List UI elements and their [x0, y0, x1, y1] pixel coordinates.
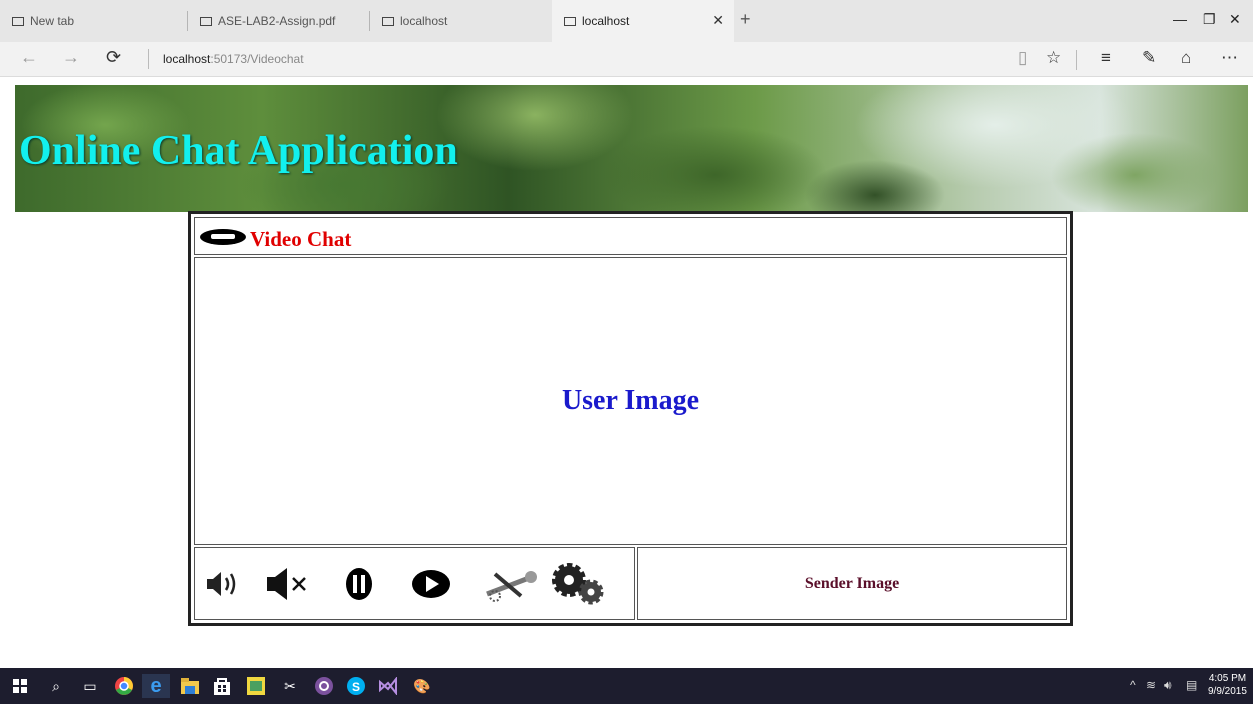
start-windows-icon[interactable] — [8, 674, 32, 698]
close-window-icon[interactable]: ✕ — [1229, 11, 1241, 28]
clock-time: 4:05 PM — [1208, 673, 1247, 684]
tab-localhost[interactable]: localhost — [370, 0, 552, 42]
close-tab-icon[interactable]: ✕ — [712, 12, 724, 29]
settings-gears-icon[interactable] — [549, 560, 609, 608]
clock-date: 9/9/2015 — [1208, 686, 1247, 697]
pause-icon[interactable] — [343, 564, 375, 604]
video-chat-header: Video Chat — [194, 217, 1067, 255]
show-hidden-icons[interactable]: ^ — [1130, 678, 1136, 692]
user-video-panel: User Image — [194, 257, 1067, 545]
address-path: :50173/Videochat — [210, 52, 304, 66]
hub-icon[interactable]: ≡ — [1101, 48, 1111, 68]
camera-icon — [200, 229, 246, 245]
snipping-tool-icon[interactable]: ✂ — [278, 674, 302, 698]
user-image-label: User Image — [561, 385, 700, 416]
share-icon[interactable]: ⌂ — [1181, 48, 1191, 68]
page-title: Online Chat Application — [19, 128, 458, 174]
page-banner: Online Chat Application — [15, 85, 1248, 212]
viber-icon[interactable] — [312, 674, 336, 698]
tab-page-icon — [12, 16, 24, 26]
tab-new-tab[interactable]: New tab — [0, 0, 188, 42]
web-note-icon[interactable]: ✎ — [1142, 48, 1156, 68]
back-arrow-icon[interactable]: ← — [20, 47, 38, 68]
tab-label: ASE-LAB2-Assign.pdf — [218, 14, 336, 28]
more-icon[interactable]: ⋯ — [1221, 48, 1238, 68]
file-explorer-icon[interactable] — [178, 674, 202, 698]
favorite-star-icon[interactable]: ☆ — [1046, 48, 1061, 68]
tools-icon[interactable] — [481, 564, 541, 604]
restore-icon[interactable]: ❐ — [1203, 11, 1216, 28]
browser-nav-bar: ← → ⟳ localhost:50173/Videochat ▯ ☆ ≡ ✎ … — [0, 42, 1253, 77]
store-icon[interactable] — [210, 674, 234, 698]
windows-taskbar: ⌕ ▭ e ✂ S 🎨 ^ ≋ 🔊︎ ▤ 4:05 PM 9/9/2015 — [0, 668, 1253, 704]
tab-label: localhost — [582, 14, 630, 28]
system-clock[interactable]: 4:05 PM 9/9/2015 — [1208, 672, 1247, 698]
minimize-icon[interactable]: — — [1173, 11, 1187, 27]
video-chat-frame: Video Chat User Image Sender Image — [188, 211, 1073, 626]
wifi-icon[interactable]: ≋ — [1146, 678, 1156, 692]
mute-icon[interactable] — [265, 564, 313, 604]
visual-studio-icon[interactable] — [376, 674, 400, 698]
chrome-icon[interactable] — [112, 674, 136, 698]
tab-label: New tab — [30, 14, 75, 28]
tab-localhost-active[interactable]: localhost ✕ — [552, 0, 734, 42]
tab-page-icon — [564, 16, 576, 26]
play-icon[interactable] — [411, 564, 451, 604]
sender-video-panel: Sender Image — [637, 547, 1067, 620]
forward-arrow-icon[interactable]: → — [62, 47, 80, 68]
tab-page-icon — [200, 16, 212, 26]
volume-icon[interactable] — [205, 564, 239, 604]
address-host: localhost — [163, 52, 211, 66]
media-controls-panel — [194, 547, 635, 620]
volume-tray-icon[interactable]: 🔊︎ — [1164, 678, 1172, 693]
notifications-icon[interactable]: ▤ — [1186, 678, 1197, 692]
browser-tab-bar: New tab ASE-LAB2-Assign.pdf localhost lo… — [0, 0, 1253, 42]
task-view-icon[interactable]: ▭ — [78, 674, 102, 698]
refresh-icon[interactable]: ⟳ — [106, 47, 121, 68]
tab-label: localhost — [400, 14, 448, 28]
svg-text:S: S — [352, 680, 360, 694]
sticky-notes-icon[interactable] — [244, 674, 268, 698]
new-tab-button[interactable]: + — [740, 9, 751, 30]
skype-icon[interactable]: S — [344, 674, 368, 698]
paint-icon[interactable]: 🎨 — [410, 674, 434, 698]
reading-view-icon[interactable]: ▯ — [1018, 48, 1027, 68]
tab-page-icon — [382, 16, 394, 26]
nav-divider — [1076, 50, 1077, 70]
sender-image-label: Sender Image — [804, 574, 900, 592]
address-bar[interactable]: localhost:50173/Videochat — [148, 49, 304, 69]
search-icon[interactable]: ⌕ — [44, 674, 68, 698]
tab-pdf[interactable]: ASE-LAB2-Assign.pdf — [188, 0, 370, 42]
edge-icon[interactable]: e — [142, 674, 170, 698]
video-chat-title: Video Chat — [250, 227, 352, 251]
